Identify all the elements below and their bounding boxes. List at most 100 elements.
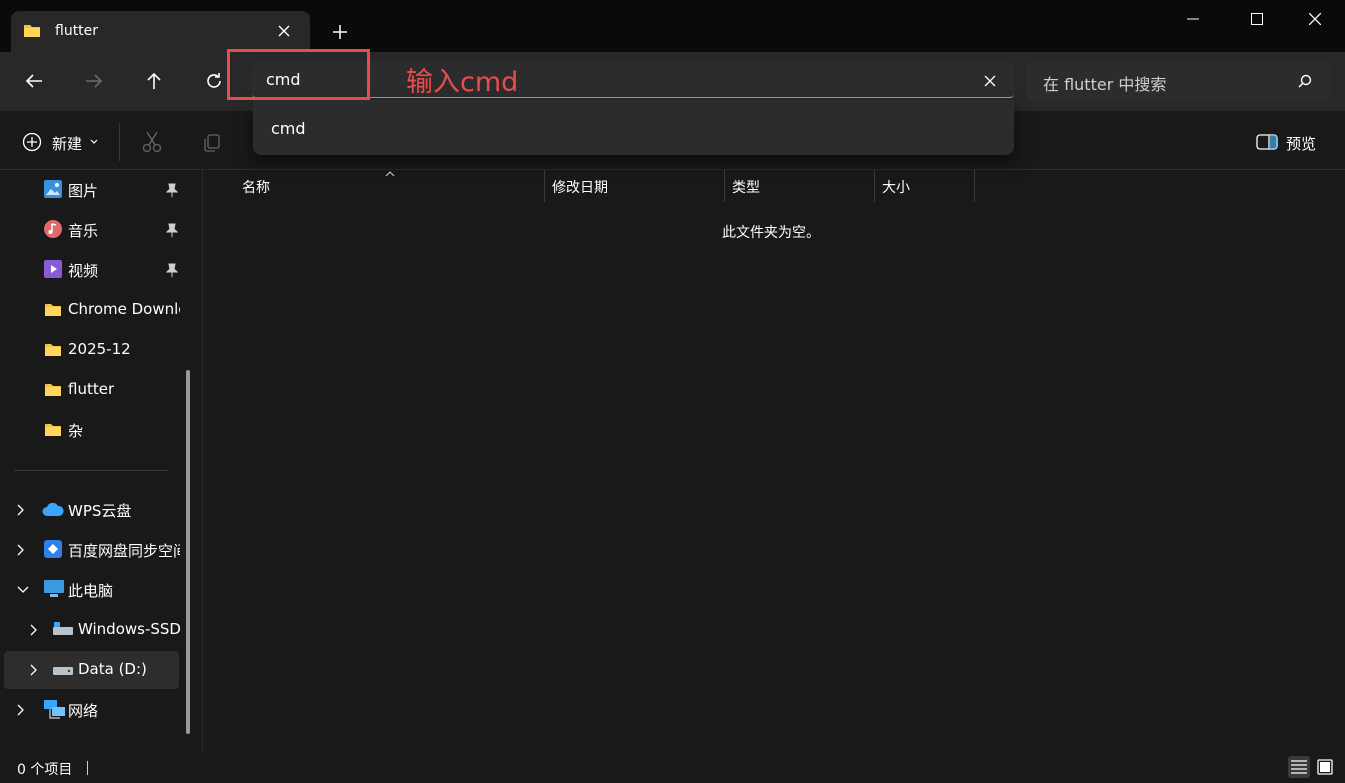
sidebar-item-misc[interactable]: 杂 [4,411,179,449]
sidebar-item-label: 网络 [68,702,99,720]
sidebar-item-windows-ssd[interactable]: Windows-SSD [4,611,180,649]
empty-folder-message: 此文件夹为空。 [722,225,820,241]
tiles-view-icon [1317,759,1333,775]
column-header-size[interactable]: 大小 [882,170,910,209]
column-divider[interactable] [974,170,975,202]
search-placeholder: 在 flutter 中搜索 [1043,75,1167,94]
back-button[interactable] [14,61,54,101]
copy-icon[interactable] [202,133,222,153]
suggestion-item[interactable]: cmd [271,119,306,138]
sidebar-item-label: 百度网盘同步空间 [68,542,180,560]
chevron-right-icon[interactable] [30,624,38,636]
minimize-button[interactable] [1170,0,1216,38]
cloud-icon [42,502,64,516]
cut-icon[interactable] [142,131,162,153]
network-icon [44,700,65,719]
column-divider[interactable] [724,170,725,202]
drive-icon [53,667,73,675]
baidu-netdisk-icon [44,540,62,558]
pin-icon[interactable] [166,263,178,277]
sort-ascending-icon [385,171,395,177]
chevron-right-icon[interactable] [17,504,25,516]
folder-icon [45,424,61,436]
column-header-type[interactable]: 类型 [732,170,760,209]
column-header-modified[interactable]: 修改日期 [552,170,608,209]
preview-pane-icon [1256,134,1278,150]
close-tab-icon[interactable] [278,25,290,37]
minimize-icon [1187,18,1199,20]
folder-icon [45,304,61,316]
sidebar-item-label: 图片 [68,182,99,200]
folder-icon [45,344,61,356]
sidebar-item-label: WPS云盘 [68,502,132,520]
status-separator [87,761,88,775]
close-window-button[interactable] [1292,0,1338,38]
annotation-text: 输入cmd [406,67,519,98]
new-tab-button[interactable] [333,25,347,39]
sidebar-item-label: 杂 [68,422,84,440]
pane-splitter[interactable] [202,170,203,752]
arrow-up-icon [147,72,161,89]
details-view-icon [1291,760,1307,774]
address-suggestion-list [253,100,1014,155]
videos-icon [44,260,62,278]
chevron-right-icon[interactable] [30,664,38,676]
sidebar-divider [14,470,168,471]
chevron-right-icon[interactable] [17,704,25,716]
maximize-button[interactable] [1234,0,1280,38]
sidebar-item-pictures[interactable]: 图片 [4,171,179,209]
up-button[interactable] [134,61,174,101]
preview-button[interactable]: 预览 [1286,133,1316,154]
sidebar-item-chrome-downloads[interactable]: Chrome Downlo [4,291,180,329]
folder-icon [45,384,61,396]
refresh-icon [207,73,221,88]
details-view-button[interactable] [1288,756,1310,778]
sidebar-item-wps-cloud[interactable]: WPS云盘 [4,491,179,529]
sidebar-item-label: 视频 [68,262,99,280]
sidebar-item-flutter[interactable]: flutter [4,371,179,409]
tab-title: flutter [55,23,99,39]
drive-icon [53,622,73,635]
highlight-box [227,49,370,100]
item-count: 0 个项目 [17,762,73,778]
chevron-down-icon [90,139,98,144]
sidebar-item-videos[interactable]: 视频 [4,251,179,289]
music-icon [44,220,62,238]
add-circle-icon [22,132,42,152]
sidebar-scrollbar[interactable] [186,370,190,734]
clear-address-icon[interactable] [984,75,996,87]
sidebar-item-label: 此电脑 [68,582,114,600]
maximize-icon [1251,13,1263,25]
arrow-left-icon [25,74,42,88]
sidebar-item-data-d[interactable]: Data (D:) [4,651,179,689]
search-icon[interactable] [1298,74,1312,88]
status-bar [0,752,1345,783]
sidebar-item-baidu-sync[interactable]: 百度网盘同步空间 [4,531,180,569]
folder-icon [24,25,40,37]
arrow-right-icon [86,74,103,88]
sidebar-item-label: flutter [68,380,115,398]
sidebar-item-music[interactable]: 音乐 [4,211,179,249]
sidebar-item-label: 音乐 [68,222,99,240]
toolbar-divider [119,123,120,161]
sidebar-item-2025-12[interactable]: 2025-12 [4,331,179,369]
pin-icon[interactable] [166,223,178,237]
new-button[interactable]: 新建 [52,133,82,154]
close-icon [1309,13,1321,25]
pictures-icon [44,180,62,198]
column-divider[interactable] [874,170,875,202]
sidebar-item-label: Chrome Downlo [68,300,180,318]
sidebar-item-network[interactable]: 网络 [4,691,179,729]
sidebar-item-label: 2025-12 [68,340,131,358]
sidebar-item-label: Data (D:) [78,660,147,678]
pin-icon[interactable] [166,183,178,197]
column-header-name[interactable]: 名称 [242,170,270,209]
this-pc-icon [44,580,64,597]
sidebar-item-label: Windows-SSD [78,620,180,638]
column-divider[interactable] [544,170,545,202]
tiles-view-button[interactable] [1314,756,1336,778]
sidebar-item-this-pc[interactable]: 此电脑 [4,571,179,609]
forward-button[interactable] [74,61,114,101]
chevron-down-icon[interactable] [17,586,29,594]
chevron-right-icon[interactable] [17,544,25,556]
